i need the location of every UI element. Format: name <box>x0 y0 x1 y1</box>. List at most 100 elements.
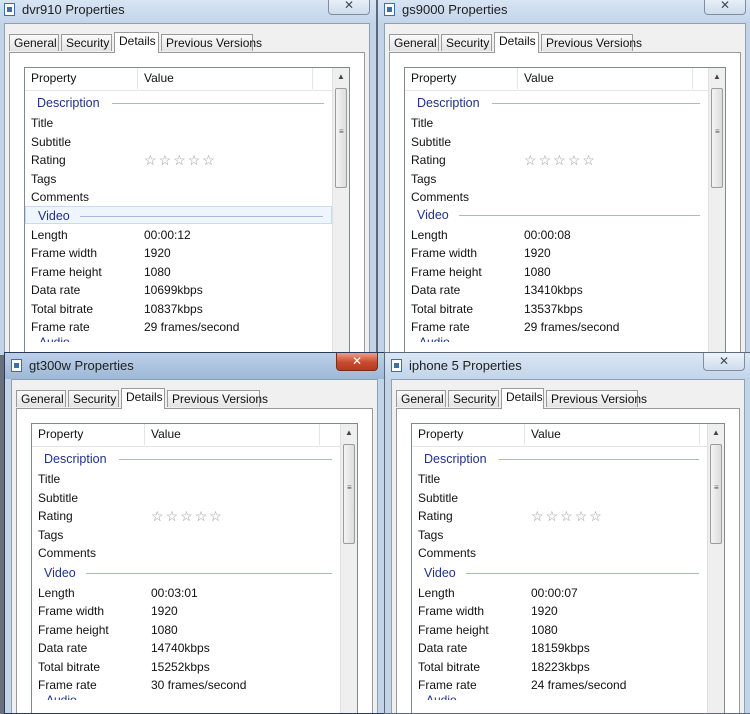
list-item[interactable]: Title <box>32 470 340 488</box>
column-divider[interactable] <box>144 424 145 445</box>
properties-window-iphone5[interactable]: iphone 5 Properties ✕ General Security Detai… <box>384 352 750 714</box>
list-item[interactable]: Tags <box>412 526 707 544</box>
star-icon[interactable]: ☆ <box>202 152 217 168</box>
list-item[interactable]: Data rate 10699kbps <box>25 281 332 299</box>
star-icon[interactable]: ☆ <box>195 508 210 524</box>
column-header-value[interactable]: Value <box>524 71 554 85</box>
star-icon[interactable]: ☆ <box>546 508 561 524</box>
list-item[interactable]: Title <box>412 470 707 488</box>
list-item[interactable]: Rating ☆☆☆☆☆ <box>412 507 707 525</box>
scroll-up-arrow-icon[interactable]: ▲ <box>708 424 724 441</box>
tab-previous-versions[interactable]: Previous Versions <box>546 390 647 407</box>
column-header-value[interactable]: Value <box>151 427 181 441</box>
star-icon[interactable]: ☆ <box>539 152 554 168</box>
star-icon[interactable]: ☆ <box>173 152 188 168</box>
star-icon[interactable]: ☆ <box>531 508 546 524</box>
column-divider[interactable] <box>312 68 313 89</box>
column-divider[interactable] <box>517 68 518 89</box>
column-header-property[interactable]: Property <box>418 427 463 441</box>
list-item[interactable]: Length 00:03:01 <box>32 584 340 602</box>
tab-details[interactable]: Details <box>501 388 544 409</box>
scrollbar-thumb[interactable]: ≡ <box>710 444 722 544</box>
column-divider[interactable] <box>319 424 320 445</box>
list-item[interactable]: Tags <box>25 170 332 188</box>
tab-general[interactable]: General <box>396 390 446 407</box>
list-item[interactable]: Frame rate 30 frames/second <box>32 676 340 694</box>
rating-stars[interactable]: ☆☆☆☆☆ <box>151 508 224 525</box>
list-item[interactable]: Tags <box>32 526 340 544</box>
properties-window-dvr910[interactable]: dvr910 Properties ✕ General Security Details… <box>0 0 377 356</box>
tab-details[interactable]: Details <box>494 32 539 53</box>
star-icon[interactable]: ☆ <box>180 508 195 524</box>
tab-security[interactable]: Security <box>68 390 119 407</box>
star-icon[interactable]: ☆ <box>209 508 224 524</box>
list-item[interactable]: Frame rate 29 frames/second <box>25 318 332 336</box>
scrollbar-thumb[interactable]: ≡ <box>335 88 347 188</box>
tab-general[interactable]: General <box>16 390 66 407</box>
close-icon[interactable]: ✕ <box>703 353 745 371</box>
tab-previous-versions[interactable]: Previous Versions <box>541 34 642 51</box>
list-item[interactable]: Length 00:00:08 <box>405 226 708 244</box>
rating-stars[interactable]: ☆☆☆☆☆ <box>144 152 217 169</box>
tab-security[interactable]: Security <box>61 34 112 51</box>
vertical-scrollbar[interactable]: ▲ ≡ <box>708 68 725 355</box>
scrollbar-thumb[interactable]: ≡ <box>711 88 723 188</box>
star-icon[interactable]: ☆ <box>166 508 181 524</box>
column-header-value[interactable]: Value <box>144 71 174 85</box>
list-item[interactable]: Subtitle <box>32 489 340 507</box>
star-icon[interactable]: ☆ <box>575 508 590 524</box>
list-item[interactable]: Comments <box>32 544 340 562</box>
list-item[interactable]: Total bitrate 18223kbps <box>412 658 707 676</box>
column-divider[interactable] <box>699 424 700 445</box>
list-item[interactable]: Subtitle <box>412 489 707 507</box>
list-item[interactable]: Comments <box>25 188 332 206</box>
list-item[interactable]: Subtitle <box>405 133 708 151</box>
tab-details[interactable]: Details <box>121 388 165 409</box>
scrollbar-thumb[interactable]: ≡ <box>343 444 355 544</box>
list-item[interactable]: Length 00:00:12 <box>25 226 332 244</box>
list-item[interactable]: Frame width 1920 <box>25 244 332 262</box>
vertical-scrollbar[interactable]: ▲ ≡ <box>707 424 724 713</box>
title-bar[interactable]: gt300w Properties ✕ <box>5 353 384 379</box>
vertical-scrollbar[interactable]: ▲ ≡ <box>340 424 357 713</box>
rating-stars[interactable]: ☆☆☆☆☆ <box>524 152 597 169</box>
star-icon[interactable]: ☆ <box>560 508 575 524</box>
column-divider[interactable] <box>137 68 138 89</box>
title-bar[interactable]: iphone 5 Properties ✕ <box>385 353 750 379</box>
star-icon[interactable]: ☆ <box>151 508 166 524</box>
list-item[interactable]: Total bitrate 13537kbps <box>405 300 708 318</box>
tab-previous-versions[interactable]: Previous Versions <box>167 390 268 407</box>
scroll-up-arrow-icon[interactable]: ▲ <box>333 68 349 85</box>
list-item[interactable]: Length 00:00:07 <box>412 584 707 602</box>
star-icon[interactable]: ☆ <box>159 152 174 168</box>
list-item[interactable]: Rating ☆☆☆☆☆ <box>32 507 340 525</box>
close-icon[interactable]: ✕ <box>336 353 378 371</box>
list-item[interactable]: Rating ☆☆☆☆☆ <box>405 151 708 169</box>
properties-window-gt300w[interactable]: gt300w Properties ✕ General Security Details… <box>4 352 385 714</box>
column-divider[interactable] <box>692 68 693 89</box>
property-list[interactable]: Property Value Description Title Subtitle Rat… <box>31 423 358 713</box>
star-icon[interactable]: ☆ <box>568 152 583 168</box>
title-bar[interactable]: gs9000 Properties ✕ <box>378 0 750 23</box>
close-icon[interactable]: ✕ <box>704 0 746 15</box>
properties-window-gs9000[interactable]: gs9000 Properties ✕ General Security Details… <box>377 0 750 356</box>
property-list[interactable]: Property Value Description Title Subtitle Rat… <box>404 67 726 355</box>
star-icon[interactable]: ☆ <box>188 152 203 168</box>
list-item[interactable]: Subtitle <box>25 133 332 151</box>
list-item[interactable]: Frame width 1920 <box>412 602 707 620</box>
list-item[interactable]: Tags <box>405 170 708 188</box>
scroll-up-arrow-icon[interactable]: ▲ <box>341 424 357 441</box>
rating-stars[interactable]: ☆☆☆☆☆ <box>531 508 604 525</box>
close-icon[interactable]: ✕ <box>328 0 370 15</box>
list-item[interactable]: Frame height 1080 <box>32 621 340 639</box>
list-item[interactable]: Data rate 14740kbps <box>32 639 340 657</box>
tab-general[interactable]: General <box>9 34 59 51</box>
list-item[interactable]: Frame rate 24 frames/second <box>412 676 707 694</box>
star-icon[interactable]: ☆ <box>144 152 159 168</box>
tab-security[interactable]: Security <box>448 390 499 407</box>
tab-general[interactable]: General <box>389 34 439 51</box>
list-item[interactable]: Data rate 18159kbps <box>412 639 707 657</box>
list-item[interactable]: Frame rate 29 frames/second <box>405 318 708 336</box>
column-header-value[interactable]: Value <box>531 427 561 441</box>
list-item[interactable]: Frame height 1080 <box>25 263 332 281</box>
